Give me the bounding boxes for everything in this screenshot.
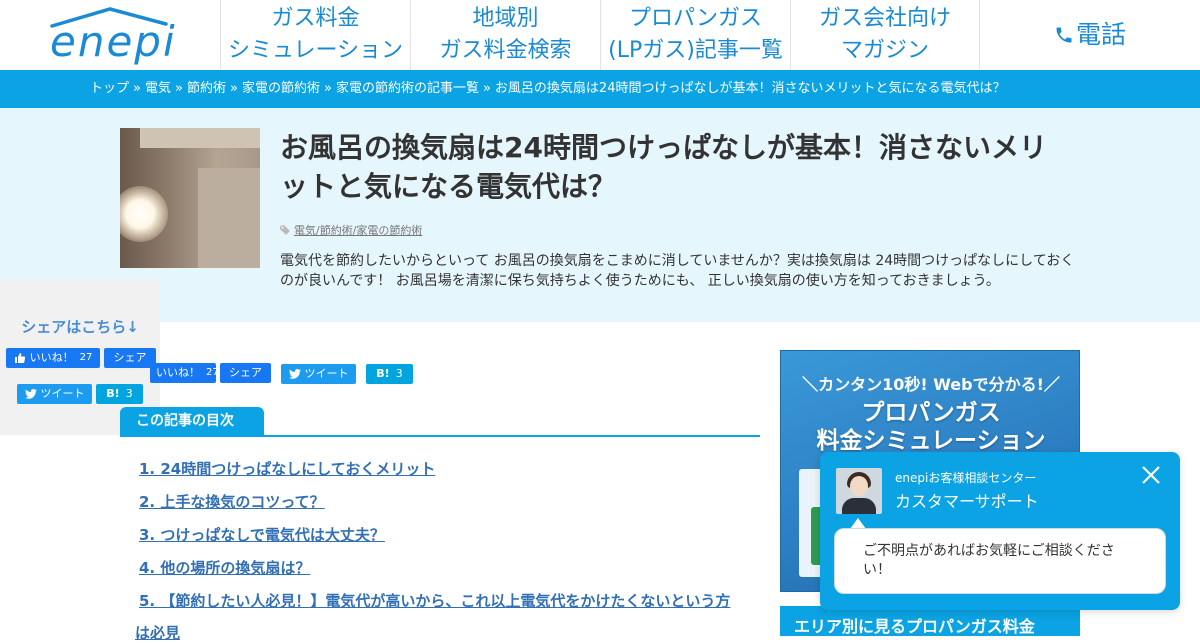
tweet-label: ツイート (40, 387, 85, 400)
toc-item-continuation[interactable]: は必見 (135, 622, 180, 643)
chat-agent-name: カスタマーサポート (895, 492, 1039, 511)
site-header: enepi ガス料金 シミュレーション 地域別 ガス料金検索 プロパンガス (L… (0, 0, 1200, 70)
hatena-count: 3 (125, 387, 133, 400)
phone-button[interactable]: 電話 (1054, 18, 1126, 52)
toc-item[interactable]: 3. つけっぱなしで電気代は大丈夫？ (139, 524, 385, 545)
hatena-count: 3 (395, 367, 403, 380)
nav-label-line2: シミュレーション (227, 38, 404, 63)
breadcrumb-top[interactable]: トップ (90, 81, 129, 96)
nav-label-line1: 地域別 (472, 6, 539, 31)
breadcrumb-saving[interactable]: 節約術 (187, 81, 226, 96)
nav-label-line1: ガス会社向け (818, 6, 951, 31)
breadcrumb-sep: » (229, 81, 238, 96)
nav-gas-simulation[interactable]: ガス料金 シミュレーション (220, 0, 410, 70)
facebook-share-button[interactable]: シェア (104, 348, 156, 368)
toc-item[interactable]: 2. 上手な換気のコツって？ (139, 491, 325, 512)
breadcrumb-appliance-saving[interactable]: 家電の節約術 (242, 81, 320, 96)
article-tags: 電気/節約術/家電の節約術 (280, 222, 422, 238)
nav-magazine[interactable]: ガス会社向け マガジン (790, 0, 980, 70)
phone-icon (1056, 27, 1072, 43)
chat-widget[interactable]: enepiお客様相談センター カスタマーサポート ご不明点があればお気軽にご相談… (820, 452, 1180, 610)
nav-articles[interactable]: プロパンガス (LPガス)記事一覧 (600, 0, 790, 70)
toc-item[interactable]: 5. 【節約したい人必見！】電気代が高いから、これ以上電気代をかけたくないという… (139, 590, 730, 611)
nav-label-line1: プロパンガス (628, 6, 763, 31)
support-avatar (836, 468, 882, 514)
breadcrumb-sep: » (323, 81, 332, 96)
nav-label-line2: ガス料金検索 (439, 38, 572, 63)
breadcrumb: トップ» 電気» 節約術» 家電の節約術» 家電の節約術の記事一覧» お風呂の換気扇は24… (0, 70, 1200, 108)
area-price-heading[interactable]: エリア別に見るプロパンガス料金 (780, 606, 1080, 636)
tweet-button[interactable]: ツイート (17, 384, 92, 404)
breadcrumb-article-list[interactable]: 家電の節約術の記事一覧 (336, 81, 479, 96)
like-count: 27 (206, 367, 219, 378)
hatena-bookmark-button-inline[interactable]: B! 3 (366, 364, 413, 384)
breadcrumb-sep: » (133, 81, 141, 96)
nav-label-line1: ガス料金 (271, 6, 360, 31)
logo-text: enepi (50, 17, 177, 66)
thumbs-up-icon (14, 353, 25, 363)
breadcrumb-current: お風呂の換気扇は24時間つけっぱなしが基本！消さないメリットと気になる電気代は？ (494, 81, 1006, 96)
article-excerpt: 電気代を節約したいからといって お風呂の換気扇をこまめに消していませんか？実は換… (280, 253, 1075, 289)
share-sidebar-title: シェアはこちら↓ (21, 318, 139, 336)
toc-heading: この記事の目次 (120, 407, 264, 435)
facebook-share-button-inline[interactable]: シェア (220, 363, 271, 383)
toc-item[interactable]: 1. 24時間つけっぱなしにしておくメリット (139, 458, 435, 479)
main-nav: ガス料金 シミュレーション 地域別 ガス料金検索 プロパンガス (LPガス)記事… (220, 0, 980, 70)
breadcrumb-electricity[interactable]: 電気 (145, 81, 171, 96)
hatena-label: B! (376, 367, 390, 380)
nav-area-search[interactable]: 地域別 ガス料金検索 (410, 0, 600, 70)
chat-org-name: enepiお客様相談センター (895, 471, 1037, 485)
tweet-label: ツイート (304, 367, 349, 380)
breadcrumb-sep: » (482, 81, 491, 96)
like-label: いいね！ (156, 366, 200, 379)
tag-icon (280, 225, 290, 235)
hatena-bookmark-button[interactable]: B! 3 (96, 384, 143, 404)
hatena-label: B! (106, 387, 120, 400)
banner-title: プロパンガス 料金シミュレーション (781, 399, 1079, 455)
chat-message: ご不明点があればお気軽にご相談ください！ (834, 528, 1166, 594)
tweet-button-inline[interactable]: ツイート (281, 364, 356, 384)
phone-label: 電話 (1076, 20, 1127, 49)
article-header: お風呂の換気扇は24時間つけっぱなしが基本！消さないメリットと気になる電気代は？… (0, 108, 1200, 322)
facebook-like-button-inline[interactable]: いいね！ 27 (150, 363, 219, 383)
article-tag-link[interactable]: 電気/節約術/家電の節約術 (294, 222, 422, 238)
twitter-bird-icon (288, 369, 301, 379)
banner-title-line2: 料金シミュレーション (816, 428, 1046, 454)
like-count: 27 (79, 352, 93, 363)
like-label: いいね！ (29, 351, 74, 364)
share-label: シェア (229, 366, 262, 379)
article-thumbnail (120, 128, 260, 268)
close-icon[interactable] (1140, 464, 1162, 486)
share-label: シェア (113, 351, 147, 364)
breadcrumb-sep: » (175, 81, 183, 96)
facebook-like-button[interactable]: いいね！ 27 (6, 348, 100, 368)
nav-label-line2: マガジン (840, 38, 929, 63)
banner-title-line1: プロパンガス (861, 400, 1001, 426)
toc-divider (120, 435, 760, 437)
article-title: お風呂の換気扇は24時間つけっぱなしが基本！消さないメリットと気になる電気代は？ (280, 131, 1047, 203)
toc-item[interactable]: 4. 他の場所の換気扇は？ (139, 557, 310, 578)
nav-label-line2: (LPガス)記事一覧 (608, 38, 783, 63)
enepi-logo[interactable]: enepi (48, 6, 178, 64)
twitter-bird-icon (24, 389, 37, 399)
banner-tagline: ＼カンタン10秒! Webで分かる!／ (802, 375, 1060, 394)
